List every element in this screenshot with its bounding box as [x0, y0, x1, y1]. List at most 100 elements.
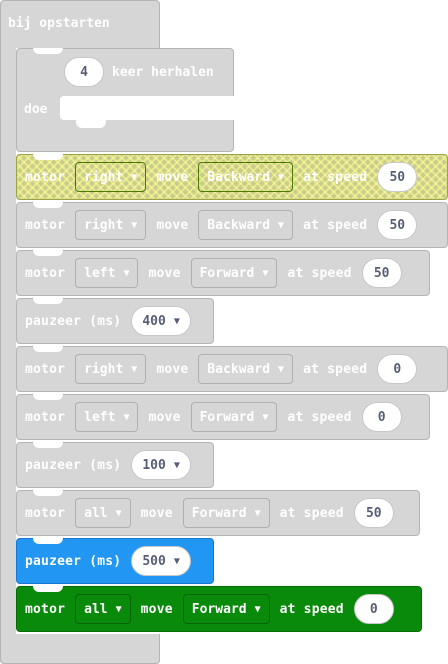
at-speed-label: at speed: [287, 265, 352, 281]
chevron-down-icon: ▼: [173, 315, 180, 327]
motor-select-dropdown[interactable]: all ▼: [75, 498, 131, 528]
speed-input[interactable]: 0: [361, 402, 402, 432]
motor-label: motor: [25, 361, 66, 377]
motor-select-value: all: [84, 505, 108, 521]
pause-label: pauzeer (ms): [25, 553, 122, 569]
direction-dropdown[interactable]: Forward ▼: [182, 594, 270, 624]
chevron-down-icon: ▼: [173, 459, 180, 471]
chevron-down-icon: ▼: [131, 219, 138, 231]
repeat-suffix-label: keer herhalen: [112, 64, 214, 80]
pause-block[interactable]: pauzeer (ms) 100 ▼: [16, 442, 214, 488]
motor-select-value: right: [84, 169, 124, 185]
motor-label: motor: [25, 265, 66, 281]
chevron-down-icon: ▼: [131, 171, 138, 183]
at-speed-label: at speed: [279, 505, 344, 521]
direction-dropdown[interactable]: Forward ▼: [190, 402, 278, 432]
block-notch: [33, 346, 63, 352]
chevron-down-icon: ▼: [278, 219, 285, 231]
pause-block[interactable]: pauzeer (ms) 400 ▼: [16, 298, 214, 344]
repeat-do-label: doe: [24, 102, 48, 117]
motor-select-value: all: [84, 601, 108, 617]
block-notch: [33, 298, 63, 304]
chevron-down-icon: ▼: [123, 411, 130, 423]
motor-label: motor: [25, 505, 66, 521]
pause-ms-dropdown[interactable]: 500 ▼: [131, 546, 191, 576]
pause-block[interactable]: pauzeer (ms) 500 ▼: [16, 538, 214, 584]
speed-input[interactable]: 0: [377, 354, 418, 384]
direction-value: Forward: [199, 409, 255, 425]
block-notch: [33, 154, 63, 160]
speed-input[interactable]: 0: [353, 594, 394, 624]
chevron-down-icon: ▼: [262, 267, 269, 279]
move-label: move: [140, 505, 173, 521]
at-speed-label: at speed: [303, 169, 368, 185]
pause-ms-dropdown[interactable]: 100 ▼: [131, 450, 191, 480]
motor-label: motor: [25, 409, 66, 425]
move-label: move: [148, 409, 181, 425]
chevron-down-icon: ▼: [278, 171, 285, 183]
motor-block[interactable]: motor all ▼ move Forward ▼ at speed 50: [16, 490, 420, 536]
at-speed-label: at speed: [303, 361, 368, 377]
direction-dropdown[interactable]: Forward ▼: [190, 258, 278, 288]
pause-ms-value: 500: [142, 553, 166, 569]
direction-value: Forward: [191, 601, 247, 617]
speed-input[interactable]: 50: [353, 498, 394, 528]
block-notch: [33, 586, 63, 592]
speed-input[interactable]: 50: [361, 258, 402, 288]
pause-label: pauzeer (ms): [25, 313, 122, 329]
block-notch: [33, 490, 63, 496]
chevron-down-icon: ▼: [131, 363, 138, 375]
repeat-count-input[interactable]: 4: [64, 57, 104, 87]
motor-select-dropdown[interactable]: right ▼: [75, 354, 147, 384]
motor-select-dropdown[interactable]: right ▼: [75, 162, 147, 192]
direction-dropdown[interactable]: Forward ▼: [182, 498, 270, 528]
move-label: move: [156, 169, 189, 185]
block-notch: [33, 202, 63, 208]
direction-value: Forward: [191, 505, 247, 521]
block-notch: [33, 538, 63, 544]
direction-value: Backward: [207, 169, 271, 185]
motor-block[interactable]: motor right ▼ move Backward ▼ at speed 50: [16, 154, 448, 200]
block-notch: [33, 250, 63, 256]
chevron-down-icon: ▼: [115, 603, 122, 615]
motor-select-dropdown[interactable]: all ▼: [75, 594, 131, 624]
direction-dropdown[interactable]: Backward ▼: [198, 354, 294, 384]
at-speed-label: at speed: [303, 217, 368, 233]
speed-input[interactable]: 50: [377, 210, 418, 240]
motor-label: motor: [25, 169, 66, 185]
chevron-down-icon: ▼: [254, 603, 261, 615]
direction-dropdown[interactable]: Backward ▼: [198, 162, 294, 192]
motor-block[interactable]: motor all ▼ move Forward ▼ at speed 0: [16, 586, 422, 632]
motor-block[interactable]: motor right ▼ move Backward ▼ at speed 50: [16, 202, 448, 248]
move-label: move: [156, 361, 189, 377]
chevron-down-icon: ▼: [115, 507, 122, 519]
motor-select-dropdown[interactable]: left ▼: [75, 258, 139, 288]
motor-block[interactable]: motor left ▼ move Forward ▼ at speed 50: [16, 250, 430, 296]
direction-value: Backward: [207, 217, 271, 233]
at-speed-label: at speed: [287, 409, 352, 425]
move-label: move: [140, 601, 173, 617]
motor-block[interactable]: motor right ▼ move Backward ▼ at speed 0: [16, 346, 448, 392]
motor-select-dropdown[interactable]: left ▼: [75, 402, 139, 432]
motor-label: motor: [25, 601, 66, 617]
motor-select-value: right: [84, 361, 124, 377]
speed-input[interactable]: 50: [377, 162, 418, 192]
on-start-label: bij opstarten: [8, 16, 110, 31]
motor-select-value: left: [84, 265, 116, 281]
repeat-notch: [33, 48, 63, 54]
motor-select-dropdown[interactable]: right ▼: [75, 210, 147, 240]
chevron-down-icon: ▼: [254, 507, 261, 519]
motor-block[interactable]: motor left ▼ move Forward ▼ at speed 0: [16, 394, 430, 440]
motor-label: motor: [25, 217, 66, 233]
pause-ms-dropdown[interactable]: 400 ▼: [131, 306, 191, 336]
direction-value: Backward: [207, 361, 271, 377]
direction-dropdown[interactable]: Backward ▼: [198, 210, 294, 240]
motor-select-value: left: [84, 409, 116, 425]
at-speed-label: at speed: [279, 601, 344, 617]
pause-ms-value: 100: [142, 457, 166, 473]
block-notch: [33, 442, 63, 448]
on-start-footer: [0, 634, 160, 664]
chevron-down-icon: ▼: [123, 267, 130, 279]
chevron-down-icon: ▼: [278, 363, 285, 375]
repeat-empty-slot: [60, 96, 234, 120]
